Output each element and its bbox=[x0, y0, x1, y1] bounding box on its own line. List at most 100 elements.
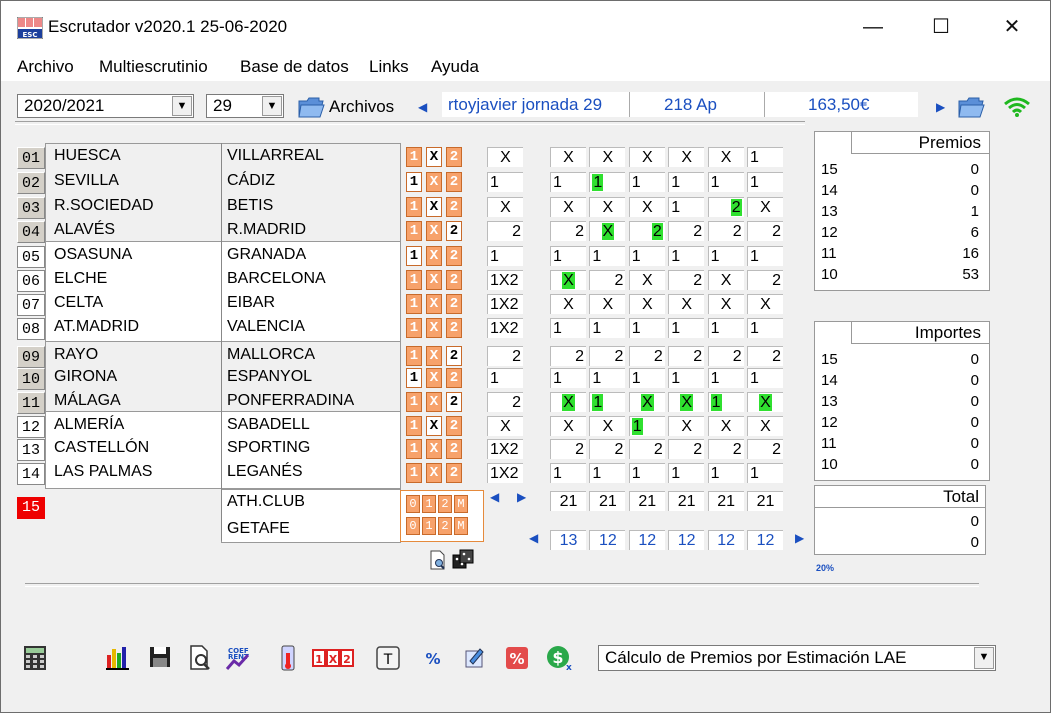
bet-cell[interactable]: 2 bbox=[589, 270, 626, 290]
bet-cell[interactable]: X bbox=[628, 392, 665, 412]
bet-cell[interactable]: 1 bbox=[707, 246, 744, 266]
bet-cell[interactable]: X bbox=[550, 147, 586, 167]
bet-cell[interactable]: 1 bbox=[550, 172, 586, 192]
sign-2-button[interactable]: 2 bbox=[446, 318, 462, 338]
pleno-home-1-button[interactable]: 1 bbox=[422, 495, 436, 513]
result-cell[interactable]: 2 bbox=[487, 392, 523, 412]
calculator-icon[interactable] bbox=[23, 645, 51, 671]
result-cell[interactable]: 2 bbox=[487, 346, 523, 366]
chevron-down-icon[interactable]: ▼ bbox=[172, 96, 192, 116]
sign-1-button[interactable]: 1 bbox=[406, 172, 422, 192]
bet-cell[interactable]: 1 bbox=[550, 463, 586, 483]
bet-cell[interactable]: 1 bbox=[747, 463, 783, 483]
sign-1-button[interactable]: 1 bbox=[406, 147, 422, 167]
bet-cell[interactable]: 2 bbox=[668, 439, 705, 459]
bet-cell[interactable]: X bbox=[668, 392, 705, 412]
chevron-down-icon[interactable]: ▼ bbox=[262, 96, 282, 116]
result-cell[interactable]: 1 bbox=[487, 368, 523, 388]
bet-cell[interactable]: 2 bbox=[668, 346, 705, 366]
bet-cell[interactable]: 1 bbox=[589, 246, 626, 266]
folder-icon[interactable] bbox=[297, 93, 325, 119]
sign-1-button[interactable]: 1 bbox=[406, 368, 422, 388]
bet-cell[interactable]: 1 bbox=[589, 368, 626, 388]
sign-x-button[interactable]: X bbox=[426, 294, 442, 314]
sign-1-button[interactable]: 1 bbox=[406, 294, 422, 314]
sign-x-button[interactable]: X bbox=[426, 147, 442, 167]
bet-cell[interactable]: 2 bbox=[668, 270, 705, 290]
bet-cell[interactable]: X bbox=[550, 416, 586, 436]
sign-2-button[interactable]: 2 bbox=[446, 221, 462, 241]
bet-cell[interactable]: X bbox=[747, 392, 783, 412]
bet-cell[interactable]: 1 bbox=[628, 368, 665, 388]
menu-ayuda[interactable]: Ayuda bbox=[431, 57, 479, 77]
bet-cell[interactable]: X bbox=[550, 294, 586, 314]
pleno-home-0-button[interactable]: 0 bbox=[406, 495, 420, 513]
sign-1-button[interactable]: 1 bbox=[406, 197, 422, 217]
bet-cell[interactable]: 1 bbox=[668, 463, 705, 483]
bet-cell[interactable]: 2 bbox=[589, 346, 626, 366]
sign-2-button[interactable]: 2 bbox=[446, 368, 462, 388]
bet-cell[interactable]: 2 bbox=[747, 439, 783, 459]
sign-x-button[interactable]: X bbox=[426, 246, 442, 266]
bet-cell[interactable]: X bbox=[668, 294, 705, 314]
bet-cell[interactable]: 1 bbox=[589, 172, 626, 192]
sign-1-button[interactable]: 1 bbox=[406, 270, 422, 290]
bet-cell[interactable]: 2 bbox=[707, 221, 744, 241]
bet-cell[interactable]: X bbox=[668, 416, 705, 436]
bet-cell[interactable]: X bbox=[550, 392, 586, 412]
arrow-left-icon[interactable]: ◀ bbox=[418, 100, 427, 114]
bet-cell[interactable]: 1 bbox=[747, 318, 783, 338]
sign-1-button[interactable]: 1 bbox=[406, 246, 422, 266]
bet-cell[interactable]: 2 bbox=[747, 221, 783, 241]
bet-cell[interactable]: 1 bbox=[589, 392, 626, 412]
result-cell[interactable]: 2 bbox=[487, 221, 523, 241]
pleno-home-2-button[interactable]: 2 bbox=[438, 495, 452, 513]
menu-archivo[interactable]: Archivo bbox=[17, 57, 74, 77]
sign-x-button[interactable]: X bbox=[426, 270, 442, 290]
document-search-icon[interactable] bbox=[429, 550, 447, 570]
bet-cell[interactable]: 1 bbox=[707, 368, 744, 388]
sign-1-button[interactable]: 1 bbox=[406, 416, 422, 436]
arrow-left-icon[interactable]: ◀ bbox=[529, 531, 538, 545]
arrow-right-icon[interactable]: ▶ bbox=[795, 531, 804, 545]
bet-cell[interactable]: X bbox=[707, 294, 744, 314]
arrow-left-icon[interactable]: ◀ bbox=[490, 490, 499, 504]
bet-cell[interactable]: 2 bbox=[707, 439, 744, 459]
wifi-icon[interactable] bbox=[1003, 96, 1031, 118]
sign-1-button[interactable]: 1 bbox=[406, 392, 422, 412]
bet-cell[interactable]: X bbox=[589, 416, 626, 436]
bet-cell[interactable]: X bbox=[747, 197, 783, 217]
preview-icon[interactable] bbox=[188, 645, 216, 671]
coef-rent-icon[interactable]: COEFRENT bbox=[226, 645, 254, 671]
percent-red-icon[interactable]: % bbox=[504, 645, 532, 671]
sign-x-button[interactable]: X bbox=[426, 172, 442, 192]
bet-cell[interactable]: 1 bbox=[628, 416, 665, 436]
sign-x-button[interactable]: X bbox=[426, 439, 442, 459]
pleno-away-0-button[interactable]: 0 bbox=[406, 517, 420, 535]
result-cell[interactable]: 1X2 bbox=[487, 294, 523, 314]
bet-cell[interactable]: X bbox=[589, 197, 626, 217]
bet-cell[interactable]: X bbox=[628, 197, 665, 217]
result-cell[interactable]: X bbox=[487, 416, 523, 436]
result-cell[interactable]: X bbox=[487, 147, 523, 167]
1x2-icon[interactable]: 1X2 bbox=[312, 645, 356, 671]
bet-cell[interactable]: 1 bbox=[747, 246, 783, 266]
result-cell[interactable]: 1X2 bbox=[487, 463, 523, 483]
sign-x-button[interactable]: X bbox=[426, 368, 442, 388]
bet-cell[interactable]: 1 bbox=[589, 463, 626, 483]
sign-2-button[interactable]: 2 bbox=[446, 294, 462, 314]
sign-x-button[interactable]: X bbox=[426, 197, 442, 217]
season-select[interactable]: 2020/2021 ▼ bbox=[17, 94, 194, 118]
maximize-button[interactable]: ☐ bbox=[919, 7, 963, 47]
bet-cell[interactable]: 2 bbox=[550, 346, 586, 366]
bet-cell[interactable]: 2 bbox=[550, 439, 586, 459]
sign-2-button[interactable]: 2 bbox=[446, 197, 462, 217]
sign-x-button[interactable]: X bbox=[426, 346, 442, 366]
sign-2-button[interactable]: 2 bbox=[446, 439, 462, 459]
sign-2-button[interactable]: 2 bbox=[446, 416, 462, 436]
result-cell[interactable]: 1 bbox=[487, 246, 523, 266]
bet-cell[interactable]: X bbox=[589, 294, 626, 314]
bet-cell[interactable]: 2 bbox=[550, 221, 586, 241]
bet-cell[interactable]: X bbox=[668, 147, 705, 167]
calc-method-select[interactable]: Cálculo de Premios por Estimación LAE ▼ bbox=[598, 645, 996, 671]
